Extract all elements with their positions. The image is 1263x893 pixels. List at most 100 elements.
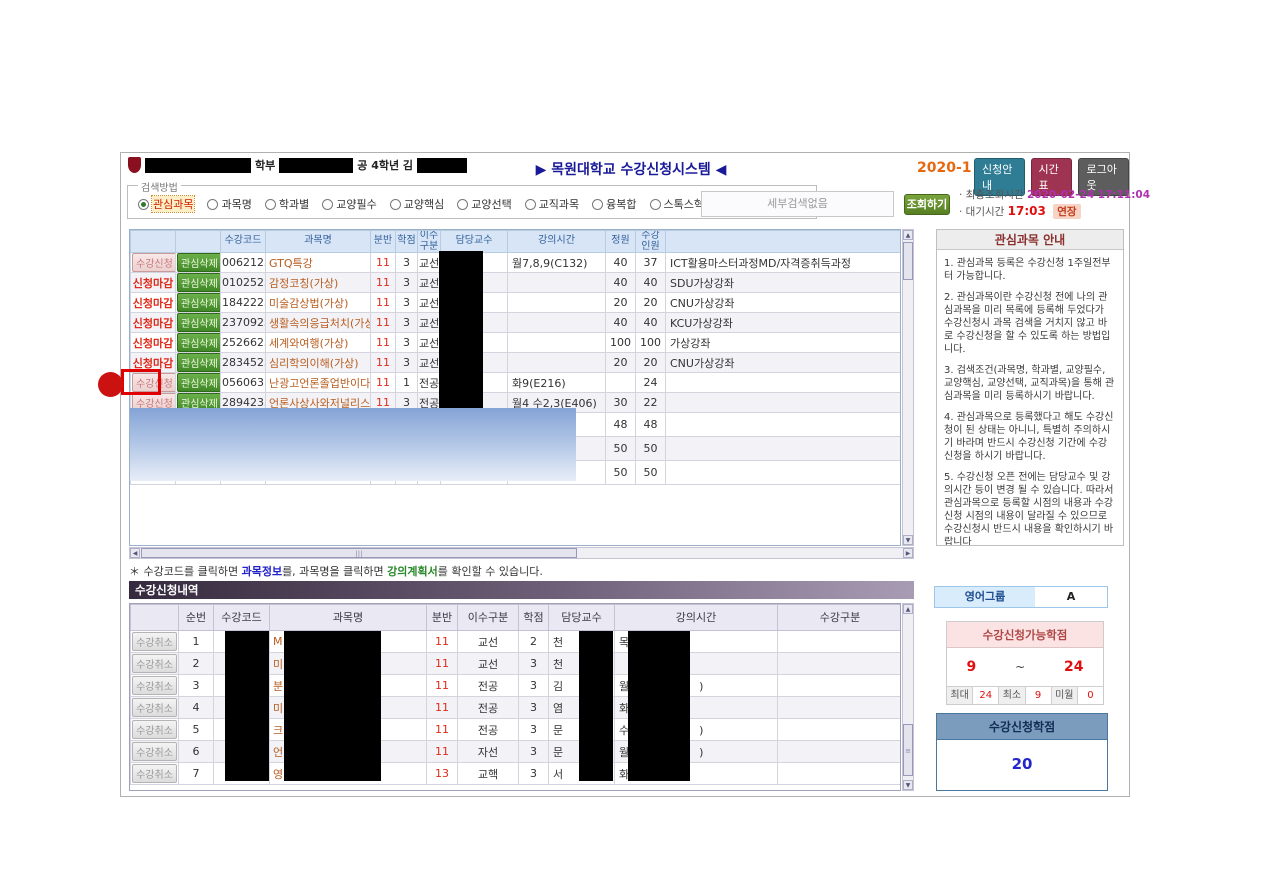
cancel-enrollment-button[interactable]: 수강취소: [132, 654, 177, 673]
scrollbar-thumb[interactable]: ≡: [903, 724, 913, 776]
radio-button-icon[interactable]: [207, 199, 218, 210]
code-cell[interactable]: 2526623: [221, 333, 266, 353]
search-radio-교양핵심[interactable]: 교양핵심: [390, 196, 444, 212]
remove-interest-button[interactable]: 관심삭제: [177, 293, 221, 312]
name-cell[interactable]: 난광고언론졸업반이다: [266, 373, 371, 393]
interest-table-vertical-scrollbar[interactable]: ▲ ▼: [902, 229, 914, 546]
code-cell[interactable]: 1842223: [221, 293, 266, 313]
itype-cell: 전공: [418, 373, 441, 393]
remove-interest-button[interactable]: 관심삭제: [177, 313, 221, 332]
credit-cell: 3: [396, 313, 418, 333]
time-cell: 화9(E216): [508, 373, 606, 393]
radio-label: 교양선택: [471, 196, 511, 212]
search-radio-학과별[interactable]: 학과별: [265, 196, 309, 212]
code-cell[interactable]: 0062123: [221, 253, 266, 273]
extend-button[interactable]: 연장: [1053, 204, 1080, 219]
radio-label: 과목명: [221, 196, 251, 212]
student-year-name: 공 4학년 김: [357, 157, 413, 173]
scroll-up-arrow-icon[interactable]: ▲: [903, 604, 913, 614]
term-label: 2020-1: [917, 160, 972, 176]
ban-cell: 11: [371, 333, 396, 353]
radio-button-icon[interactable]: [650, 199, 661, 210]
search-radio-교직과목[interactable]: 교직과목: [525, 196, 579, 212]
time-cell: [508, 333, 606, 353]
english-group-box: 영어그룹 A: [934, 586, 1108, 608]
itype-cell: 교선: [458, 653, 519, 675]
name-cell[interactable]: 세계와여행(가상): [266, 333, 371, 353]
ban-cell: 11: [427, 719, 458, 741]
remove-interest-button[interactable]: 관심삭제: [177, 273, 221, 292]
cancel-cell: 수강취소: [131, 653, 179, 675]
radio-button-icon[interactable]: [390, 199, 401, 210]
remove-interest-button[interactable]: 관심삭제: [177, 253, 221, 272]
action-cell: 신청마감: [131, 293, 176, 313]
category-cell: [778, 675, 902, 697]
search-radio-융복합[interactable]: 융복합: [592, 196, 636, 212]
scroll-down-arrow-icon[interactable]: ▼: [903, 780, 913, 790]
stat-label: 최소: [998, 687, 1024, 704]
scrollbar-thumb[interactable]: [903, 242, 913, 280]
radio-button-icon[interactable]: [592, 199, 603, 210]
quota-cell: 40: [606, 273, 636, 293]
radio-button-icon[interactable]: [457, 199, 468, 210]
remove-interest-button[interactable]: 관심삭제: [177, 373, 221, 392]
apply-course-button[interactable]: 수강신청: [132, 253, 176, 272]
cancel-enrollment-button[interactable]: 수강취소: [132, 720, 177, 739]
code-cell[interactable]: 2834523: [221, 353, 266, 373]
cancel-enrollment-button[interactable]: 수강취소: [132, 676, 177, 695]
cancel-enrollment-button[interactable]: 수강취소: [132, 698, 177, 717]
search-method-legend: 검색방법: [138, 179, 181, 194]
radio-button-icon[interactable]: [322, 199, 333, 210]
blue-redaction-overlay: [130, 408, 576, 481]
scroll-left-arrow-icon[interactable]: ◀: [130, 548, 140, 558]
query-button[interactable]: 조회하기: [904, 194, 950, 215]
cancel-enrollment-button[interactable]: 수강취소: [132, 764, 177, 783]
itype-cell: 전공: [458, 697, 519, 719]
scroll-down-arrow-icon[interactable]: ▼: [903, 535, 913, 545]
credit-cell: 3: [519, 741, 549, 763]
remark-cell: [666, 461, 902, 485]
registration-closed-label: 신청마감: [133, 297, 173, 310]
code-cell[interactable]: 0560631: [221, 373, 266, 393]
cancel-enrollment-button[interactable]: 수강취소: [132, 632, 177, 651]
name-cell[interactable]: 생활속의응급처치(가상: [266, 313, 371, 333]
interest-column-header: 수강인원: [636, 231, 666, 253]
remove-interest-button[interactable]: 관심삭제: [177, 353, 221, 372]
enrolled-table-vertical-scrollbar[interactable]: ▲ ≡ ▼: [902, 603, 914, 791]
radio-button-icon[interactable]: [265, 199, 276, 210]
code-cell[interactable]: 0102523: [221, 273, 266, 293]
radio-button-icon[interactable]: [138, 199, 149, 210]
scrollbar-thumb[interactable]: |||: [141, 548, 577, 558]
interest-column-header: 정원: [606, 231, 636, 253]
scroll-up-arrow-icon[interactable]: ▲: [903, 230, 913, 240]
name-cell[interactable]: GTQ특강: [266, 253, 371, 273]
detail-filter-box[interactable]: 세부검색없음: [701, 191, 894, 217]
code-cell[interactable]: 2370923: [221, 313, 266, 333]
name-cell[interactable]: 심리학의이해(가상): [266, 353, 371, 373]
applied-credits-value: 20: [937, 740, 1107, 773]
remove-interest-button[interactable]: 관심삭제: [177, 333, 221, 352]
remark-cell: [666, 437, 902, 461]
remark-cell: CNU가상강좌: [666, 353, 902, 373]
search-radio-교양필수[interactable]: 교양필수: [322, 196, 376, 212]
interest-guide-body: 1. 관심과목 등록은 수강신청 1주일전부터 가능합니다. 2. 관심과목이란…: [937, 250, 1123, 546]
interest-column-header: 학점: [396, 231, 418, 253]
stat-value: 0: [1077, 687, 1103, 704]
interest-table-horizontal-scrollbar[interactable]: ◀ ||| ▶: [129, 547, 914, 559]
enrolled-column-header: 강의시간: [615, 605, 778, 631]
page-title: ▶ 목원대학교 수강신청시스템 ◀: [421, 159, 841, 179]
search-radio-교양선택[interactable]: 교양선택: [457, 196, 511, 212]
credit-cell: 3: [519, 675, 549, 697]
radio-label: 학과별: [279, 196, 309, 212]
scroll-right-arrow-icon[interactable]: ▶: [903, 548, 913, 558]
interest-column-header: [666, 231, 902, 253]
name-cell[interactable]: 감정코칭(가상): [266, 273, 371, 293]
search-radio-과목명[interactable]: 과목명: [207, 196, 251, 212]
name-cell[interactable]: 미술감상법(가상): [266, 293, 371, 313]
order-cell: 3: [179, 675, 214, 697]
search-radio-관심과목[interactable]: 관심과목: [138, 196, 194, 212]
ban-cell: 11: [371, 373, 396, 393]
table-note: ＊ 수강코드를 클릭하면 과목정보를, 과목명을 클릭하면 강의계획서를 확인할…: [129, 563, 543, 579]
radio-button-icon[interactable]: [525, 199, 536, 210]
cancel-enrollment-button[interactable]: 수강취소: [132, 742, 177, 761]
